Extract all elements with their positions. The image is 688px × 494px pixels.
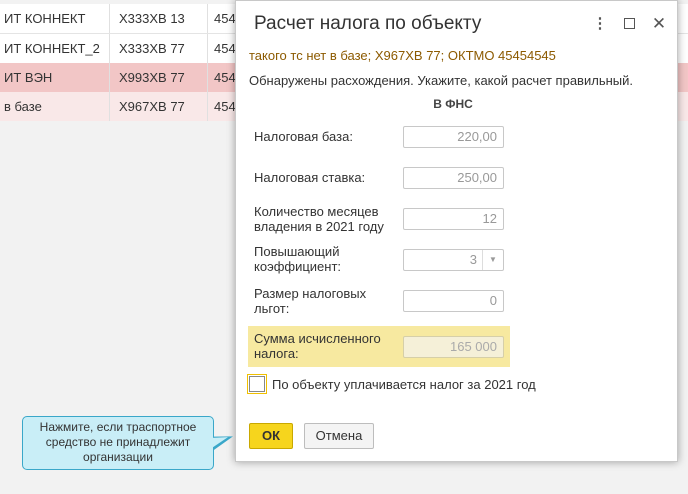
tooltip-line3: организации xyxy=(83,450,153,464)
tax-base-field: 220,00 xyxy=(403,126,504,148)
table-cell-plate: Х333ХВ 13 xyxy=(110,4,208,33)
benefits-label-line2: льгот: xyxy=(254,301,290,316)
maximize-icon[interactable] xyxy=(620,15,638,33)
months-field: 12 xyxy=(403,208,504,230)
table-cell-plate: Х967ХВ 77 xyxy=(110,92,208,121)
chevron-down-icon: ▼ xyxy=(482,250,503,270)
info-message: Обнаружены расхождения. Укажите, какой р… xyxy=(249,73,633,88)
tax-rate-field: 250,00 xyxy=(403,167,504,189)
coefficient-label-line2: коэффициент: xyxy=(254,259,342,274)
coefficient-label: Повышающий коэффициент: xyxy=(254,244,341,274)
total-field: 165 000 xyxy=(403,336,504,358)
tax-base-label: Налоговая база: xyxy=(254,129,353,144)
tax-calculation-dialog: Расчет налога по объекту ⋮ ✕ такого тс н… xyxy=(235,0,678,462)
dialog-title: Расчет налога по объекту xyxy=(254,13,482,34)
table-cell-plate: Х333ХВ 77 xyxy=(110,34,208,63)
table-cell-owner: в базе xyxy=(0,92,110,121)
benefits-field: 0 xyxy=(403,290,504,312)
warning-message: такого тс нет в базе; Х967ХВ 77; ОКТМО 4… xyxy=(249,48,556,63)
total-label-line1: Сумма исчисленного xyxy=(254,331,381,346)
coefficient-label-line1: Повышающий xyxy=(254,244,340,259)
table-cell-plate: Х993ХВ 77 xyxy=(110,63,208,92)
months-label: Количество месяцев владения в 2021 году xyxy=(254,204,384,234)
tax-rate-label: Налоговая ставка: xyxy=(254,170,366,185)
tooltip-line1: Нажмите, если траспортное xyxy=(39,420,197,434)
benefits-label: Размер налоговых льгот: xyxy=(254,286,366,316)
coefficient-value: 3 xyxy=(469,252,477,267)
coefficient-select: 3 ▼ xyxy=(403,249,504,271)
months-label-line2: владения в 2021 году xyxy=(254,219,384,234)
table-cell-owner: ИТ ВЭН xyxy=(0,63,110,92)
ok-button[interactable]: ОК xyxy=(249,423,293,449)
fns-column-header: В ФНС xyxy=(433,97,473,111)
tooltip-line2: средство не принадлежит xyxy=(45,435,191,449)
hint-tooltip: Нажмите, если траспортное средство не пр… xyxy=(22,416,214,470)
close-icon[interactable]: ✕ xyxy=(650,15,668,33)
table-cell-owner: ИТ КОННЕКТ xyxy=(0,4,110,33)
more-vertical-icon[interactable]: ⋮ xyxy=(591,15,609,33)
benefits-label-line1: Размер налоговых xyxy=(254,286,367,301)
table-cell-owner: ИТ КОННЕКТ_2 xyxy=(0,34,110,63)
cancel-button[interactable]: Отмена xyxy=(304,423,374,449)
total-label-line2: налога: xyxy=(254,346,299,361)
tax-paid-checkbox[interactable] xyxy=(247,374,267,394)
months-label-line1: Количество месяцев xyxy=(254,204,379,219)
total-label: Сумма исчисленного налога: xyxy=(254,331,381,361)
tax-paid-checkbox-label[interactable]: По объекту уплачивается налог за 2021 го… xyxy=(272,377,536,392)
